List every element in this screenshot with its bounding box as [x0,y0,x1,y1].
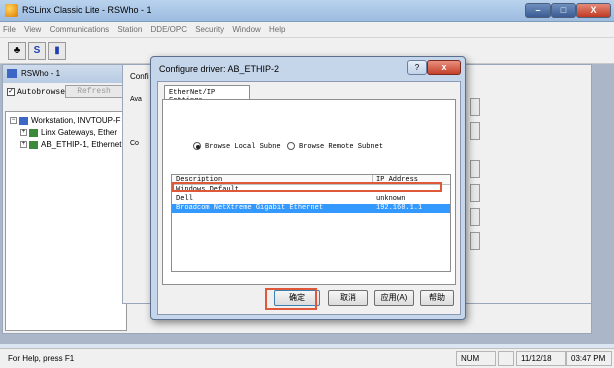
radio-browse-local-subnet[interactable]: Browse Local Subne [193,142,281,151]
highlight-box-ok-button [265,288,317,310]
app-title: RSLinx Classic Lite - RSWho - 1 [22,5,152,15]
rslinx-app-icon [5,4,18,17]
status-date: 11/12/18 [516,351,566,366]
menu-station[interactable]: Station [114,22,145,34]
tree-node-linx-gateways[interactable]: + Linx Gateways, Ether [20,128,117,137]
configured-drivers-label: Co [130,140,139,147]
driver-action-button[interactable] [470,232,480,250]
configure-drivers-title: Confi [130,72,149,81]
autobrowse-checkbox[interactable]: ✓ Autobrowse [7,87,65,97]
menu-bar: File View Communications Station DDE/OPC… [0,22,614,38]
driver-action-button[interactable] [470,160,480,178]
book-icon[interactable]: ▮ [48,42,66,60]
rswho-title: RSWho - 1 [21,69,61,78]
status-bar: For Help, press F1 NUM 11/12/18 03:47 PM [0,348,614,368]
status-num: NUM [456,351,496,366]
radio-unselected-icon [287,142,295,150]
highlight-box-selected-adapter [172,182,442,192]
dialog-help-button[interactable]: ? [407,60,427,75]
menu-help[interactable]: Help [266,22,288,34]
available-drivers-label: Ava [130,96,142,103]
tree-node-ab-ethip-1[interactable]: + AB_ETHIP-1, Ethernet [20,140,121,149]
workstation-icon [19,116,28,125]
radio-selected-icon [193,142,201,150]
driver-action-button[interactable] [470,122,480,140]
network-tree: − Workstation, INVTOUP-F + Linx Gateways, … [5,111,127,331]
menu-dde-opc[interactable]: DDE/OPC [148,22,190,34]
menu-file[interactable]: File [0,22,19,34]
driver-icon[interactable]: S [28,42,46,60]
driver-action-button[interactable] [470,184,480,202]
list-item-selected[interactable]: Broadcom NetXtreme Gigabit Ethernet 192.… [172,204,450,213]
apply-button[interactable]: 应用(A) [374,290,414,306]
dialog-body: EtherNet/IP Settings Browse Local Subne … [157,81,461,315]
check-icon: ✓ [7,87,15,96]
rswho-icon [7,69,17,78]
dialog-title: Configure driver: AB_ETHIP-2 [159,64,280,74]
maximize-button[interactable]: □ [551,3,576,18]
network-icon [29,140,38,149]
driver-action-button[interactable] [470,208,480,226]
expand-icon[interactable]: + [20,129,27,137]
tab-panel: Browse Local Subne Browse Remote Subnet … [162,99,456,285]
refresh-button[interactable]: Refresh [65,85,123,98]
help-button[interactable]: 帮助 [420,290,454,306]
expand-icon[interactable]: + [20,141,27,149]
status-empty [498,351,514,366]
status-text: For Help, press F1 [8,354,75,363]
tab-ethernet-ip-settings[interactable]: EtherNet/IP Settings [164,85,250,105]
cancel-button[interactable]: 取消 [328,290,368,306]
menu-communications[interactable]: Communications [47,22,113,34]
dialog-close-button[interactable]: x [427,60,461,75]
driver-action-button[interactable] [470,98,480,116]
status-time: 03:47 PM [566,351,612,366]
menu-security[interactable]: Security [192,22,227,34]
tree-node-workstation[interactable]: − Workstation, INVTOUP-F [10,116,121,125]
collapse-icon[interactable]: − [10,117,17,125]
minimize-button[interactable]: – [525,3,551,18]
network-icon [29,128,38,137]
network-icon[interactable]: ♣ [8,42,26,60]
menu-view[interactable]: View [21,22,44,34]
radio-browse-remote-subnet[interactable]: Browse Remote Subnet [287,142,383,151]
close-button[interactable]: X [576,3,611,18]
menu-window[interactable]: Window [229,22,263,34]
main-titlebar: RSLinx Classic Lite - RSWho - 1 – □ X [0,0,614,22]
list-item[interactable]: Dell unknown [172,195,450,204]
